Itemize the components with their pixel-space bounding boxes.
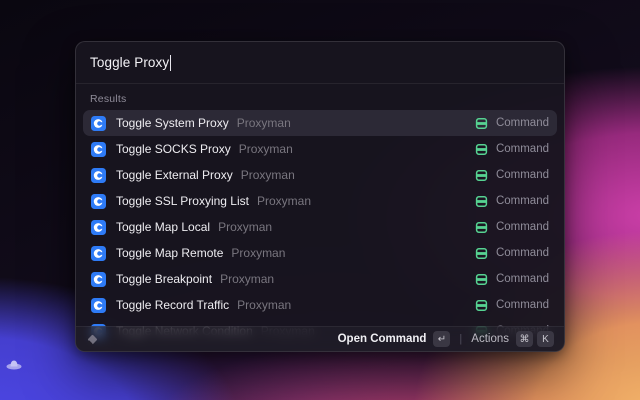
proxyman-app-icon bbox=[91, 298, 106, 313]
result-type-label: Command bbox=[496, 299, 549, 311]
primary-action-button[interactable]: Open Command bbox=[338, 333, 427, 345]
proxyman-app-icon bbox=[91, 168, 106, 183]
result-row[interactable]: Toggle Map Local Proxyman Command bbox=[83, 214, 557, 240]
proxyman-app-icon bbox=[91, 246, 106, 261]
actions-button[interactable]: Actions bbox=[471, 333, 509, 345]
proxyman-app-icon bbox=[91, 272, 106, 287]
result-title: Toggle Map Local bbox=[116, 220, 210, 234]
command-type-icon bbox=[474, 298, 489, 313]
results-section-label: Results bbox=[76, 84, 564, 110]
k-key-badge: K bbox=[537, 331, 554, 347]
result-row[interactable]: Toggle SSL Proxying List Proxyman Comman… bbox=[83, 188, 557, 214]
proxyman-app-icon bbox=[91, 220, 106, 235]
text-caret bbox=[170, 55, 171, 71]
command-type-icon bbox=[474, 246, 489, 261]
command-key-badge: ⌘ bbox=[516, 331, 533, 347]
result-subtitle: Proxyman bbox=[218, 220, 272, 234]
result-subtitle: Proxyman bbox=[239, 142, 293, 156]
result-type-label: Command bbox=[496, 143, 549, 155]
raycast-launcher-window: Toggle Proxy Results Toggle System Proxy… bbox=[75, 41, 565, 352]
command-type-icon bbox=[474, 168, 489, 183]
search-input[interactable]: Toggle Proxy bbox=[90, 55, 169, 70]
result-title: Toggle Breakpoint bbox=[116, 272, 212, 286]
result-subtitle: Proxyman bbox=[257, 194, 311, 208]
result-type-label: Command bbox=[496, 247, 549, 259]
command-type-icon bbox=[474, 194, 489, 209]
result-row[interactable]: Toggle Breakpoint Proxyman Command bbox=[83, 266, 557, 292]
result-row[interactable]: Toggle System Proxy Proxyman Command bbox=[83, 110, 557, 136]
result-type-label: Command bbox=[496, 273, 549, 285]
footer-bar: Open Command ↵ | Actions ⌘ K bbox=[76, 326, 564, 351]
proxyman-app-icon bbox=[91, 142, 106, 157]
result-subtitle: Proxyman bbox=[220, 272, 274, 286]
result-subtitle: Proxyman bbox=[241, 168, 295, 182]
result-row[interactable]: Toggle External Proxy Proxyman Command bbox=[83, 162, 557, 188]
search-bar[interactable]: Toggle Proxy bbox=[76, 42, 564, 84]
result-subtitle: Proxyman bbox=[237, 116, 291, 130]
proxyman-app-icon bbox=[91, 194, 106, 209]
command-type-icon bbox=[474, 142, 489, 157]
result-title: Toggle Record Traffic bbox=[116, 298, 229, 312]
result-title: Toggle Map Remote bbox=[116, 246, 223, 260]
result-title: Toggle SOCKS Proxy bbox=[116, 142, 231, 156]
command-type-icon bbox=[474, 220, 489, 235]
proxyman-app-icon bbox=[91, 116, 106, 131]
result-subtitle: Proxyman bbox=[237, 298, 291, 312]
result-type-label: Command bbox=[496, 117, 549, 129]
result-title: Toggle External Proxy bbox=[116, 168, 233, 182]
results-list: Toggle System Proxy Proxyman Command Tog… bbox=[76, 110, 564, 344]
command-type-icon bbox=[474, 272, 489, 287]
wallpaper-hat-icon bbox=[6, 357, 22, 371]
result-row[interactable]: Toggle Map Remote Proxyman Command bbox=[83, 240, 557, 266]
result-type-label: Command bbox=[496, 221, 549, 233]
result-subtitle: Proxyman bbox=[231, 246, 285, 260]
command-type-icon bbox=[474, 116, 489, 131]
footer-divider: | bbox=[459, 333, 462, 345]
result-type-label: Command bbox=[496, 169, 549, 181]
return-key-badge: ↵ bbox=[433, 331, 450, 347]
result-type-label: Command bbox=[496, 195, 549, 207]
result-title: Toggle System Proxy bbox=[116, 116, 229, 130]
raycast-logo-icon bbox=[86, 333, 99, 346]
result-title: Toggle SSL Proxying List bbox=[116, 194, 249, 208]
result-row[interactable]: Toggle SOCKS Proxy Proxyman Command bbox=[83, 136, 557, 162]
result-row[interactable]: Toggle Record Traffic Proxyman Command bbox=[83, 292, 557, 318]
